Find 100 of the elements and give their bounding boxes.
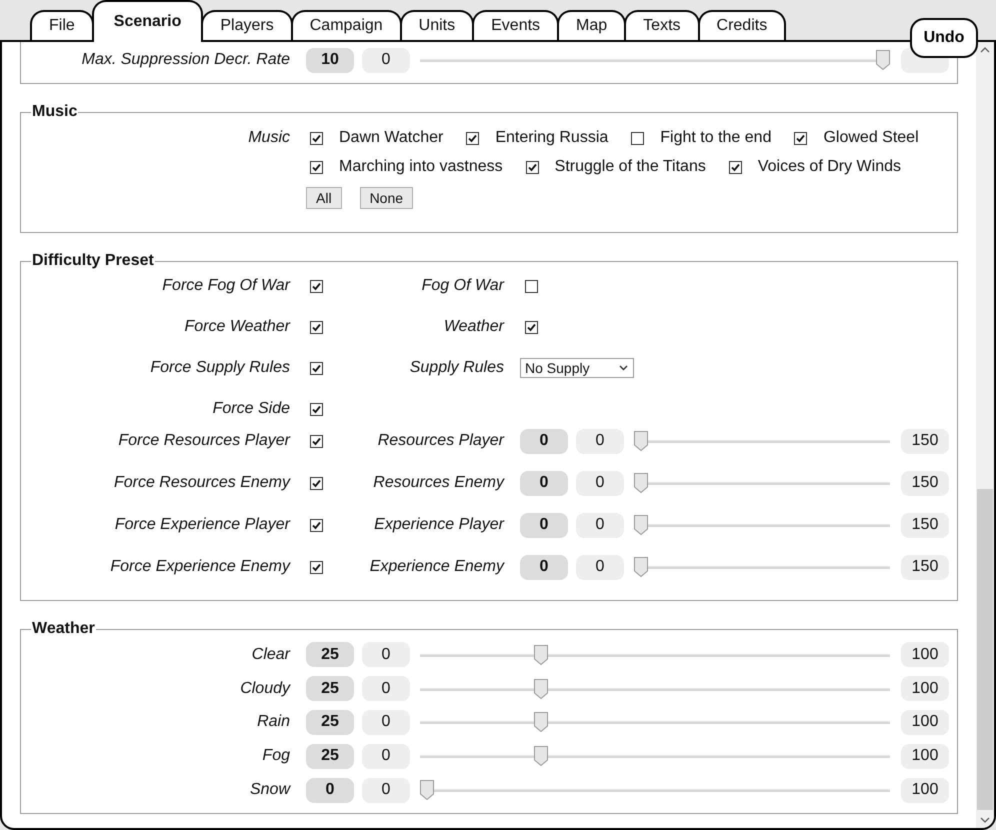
checkbox[interactable]	[525, 280, 538, 292]
slider-thumb[interactable]	[876, 50, 890, 70]
checkbox[interactable]	[310, 320, 323, 334]
min-value: 0	[576, 470, 624, 496]
value-display: 0	[306, 778, 354, 803]
max-value: 100	[901, 642, 949, 668]
min-value: 0	[362, 778, 410, 803]
max-value: 100	[901, 778, 949, 803]
field-label: Snow	[248, 781, 290, 800]
slider-track[interactable]	[634, 473, 890, 493]
max-value: 150	[901, 428, 949, 454]
max-value: 150	[901, 512, 949, 538]
field-label: Resources Player	[376, 431, 504, 451]
checkbox[interactable]	[526, 160, 539, 174]
max-value: 100	[901, 710, 949, 735]
checkbox-label: Voices of Dry Winds	[758, 158, 901, 176]
checkbox[interactable]	[631, 132, 644, 144]
slider-track[interactable]	[420, 678, 890, 699]
value-display: 25	[306, 676, 354, 702]
field-label: Fog Of War	[420, 276, 504, 296]
field-label: Experience Enemy	[368, 557, 504, 577]
slider-thumb[interactable]	[534, 712, 548, 732]
slider-thumb[interactable]	[634, 473, 648, 493]
field-label: Cloudy	[239, 680, 290, 698]
checkbox[interactable]	[310, 476, 323, 490]
value-display: 10	[306, 48, 354, 72]
checkbox[interactable]	[310, 402, 323, 416]
min-value: 0	[362, 642, 410, 668]
tab[interactable]: Map	[557, 10, 626, 40]
checkbox-label: Glowed Steel	[823, 129, 919, 147]
field-label: Rain	[256, 713, 290, 732]
field-label: Fog	[261, 747, 290, 766]
dropdown[interactable]: No Supply	[520, 358, 634, 378]
field-label: Force Resources Player	[117, 431, 290, 451]
tab[interactable]: File	[30, 10, 94, 40]
slider-track[interactable]	[420, 780, 890, 800]
checkbox[interactable]	[310, 280, 323, 292]
checkbox[interactable]	[525, 320, 538, 334]
value-display: 25	[306, 642, 354, 668]
slider-track[interactable]	[420, 746, 890, 766]
tab[interactable]: Events	[472, 10, 560, 40]
checkbox[interactable]	[310, 362, 323, 374]
field-label: Music	[247, 128, 290, 148]
slider-thumb[interactable]	[534, 678, 548, 699]
value-display: 0	[520, 554, 568, 580]
min-value: 0	[576, 554, 624, 580]
chevron-down-icon	[619, 365, 628, 371]
slider-track[interactable]	[634, 515, 890, 535]
field-label: Max. Suppression Decr. Rate	[80, 51, 290, 69]
checkbox[interactable]	[310, 560, 323, 574]
field-label: Resources Enemy	[372, 473, 504, 493]
min-value: 0	[576, 512, 624, 538]
field-label: Force Supply Rules	[149, 358, 290, 378]
min-value: 0	[576, 428, 624, 454]
checkbox-label: Dawn Watcher	[339, 129, 444, 147]
checkbox[interactable]	[794, 132, 808, 144]
section-title: Difficulty Preset	[31, 252, 155, 270]
field-label: Force Experience Enemy	[109, 557, 290, 577]
min-value: 0	[362, 710, 410, 735]
checkbox[interactable]	[310, 132, 323, 144]
checkbox-label: Entering Russia	[495, 129, 608, 147]
slider-thumb[interactable]	[534, 746, 548, 766]
max-value: 100	[901, 676, 949, 702]
checkbox[interactable]	[466, 132, 480, 144]
slider-track[interactable]	[634, 431, 890, 451]
max-value: 150	[901, 554, 949, 580]
min-value: 0	[362, 744, 410, 769]
slider-thumb[interactable]	[634, 515, 648, 535]
tab[interactable]: Scenario	[92, 0, 204, 42]
slider-thumb[interactable]	[534, 644, 548, 665]
slider-thumb[interactable]	[634, 431, 648, 451]
slider-track[interactable]	[420, 712, 890, 732]
tab[interactable]: Campaign	[290, 10, 402, 40]
slider-thumb[interactable]	[420, 780, 434, 800]
checkbox[interactable]	[310, 434, 323, 448]
checkbox[interactable]	[728, 160, 742, 174]
value-display: 0	[520, 470, 568, 496]
field-label: Clear	[250, 646, 290, 664]
select-button[interactable]: All	[306, 187, 342, 209]
tab[interactable]: Units	[400, 10, 474, 40]
tab[interactable]: Credits	[698, 10, 786, 40]
value-display: 25	[306, 744, 354, 769]
slider-track[interactable]	[420, 644, 890, 665]
slider-thumb[interactable]	[634, 557, 648, 577]
tab[interactable]: Texts	[624, 10, 700, 40]
select-button[interactable]: None	[360, 187, 414, 209]
checkbox[interactable]	[310, 160, 323, 174]
field-label: Force Weather	[183, 317, 290, 337]
scrollbar[interactable]	[976, 42, 994, 828]
field-label: Force Experience Player	[114, 515, 290, 535]
tab[interactable]: Players	[201, 10, 293, 40]
checkbox[interactable]	[310, 518, 323, 532]
slider-track[interactable]	[420, 50, 890, 70]
value-display: 0	[520, 428, 568, 454]
checkbox-label: Struggle of the Titans	[554, 158, 706, 176]
section-title: Weather	[31, 620, 96, 638]
field-label: Force Side	[212, 399, 290, 419]
slider-track[interactable]	[634, 557, 890, 577]
field-label: Weather	[442, 317, 504, 337]
undo-button[interactable]: Undo	[910, 18, 978, 58]
